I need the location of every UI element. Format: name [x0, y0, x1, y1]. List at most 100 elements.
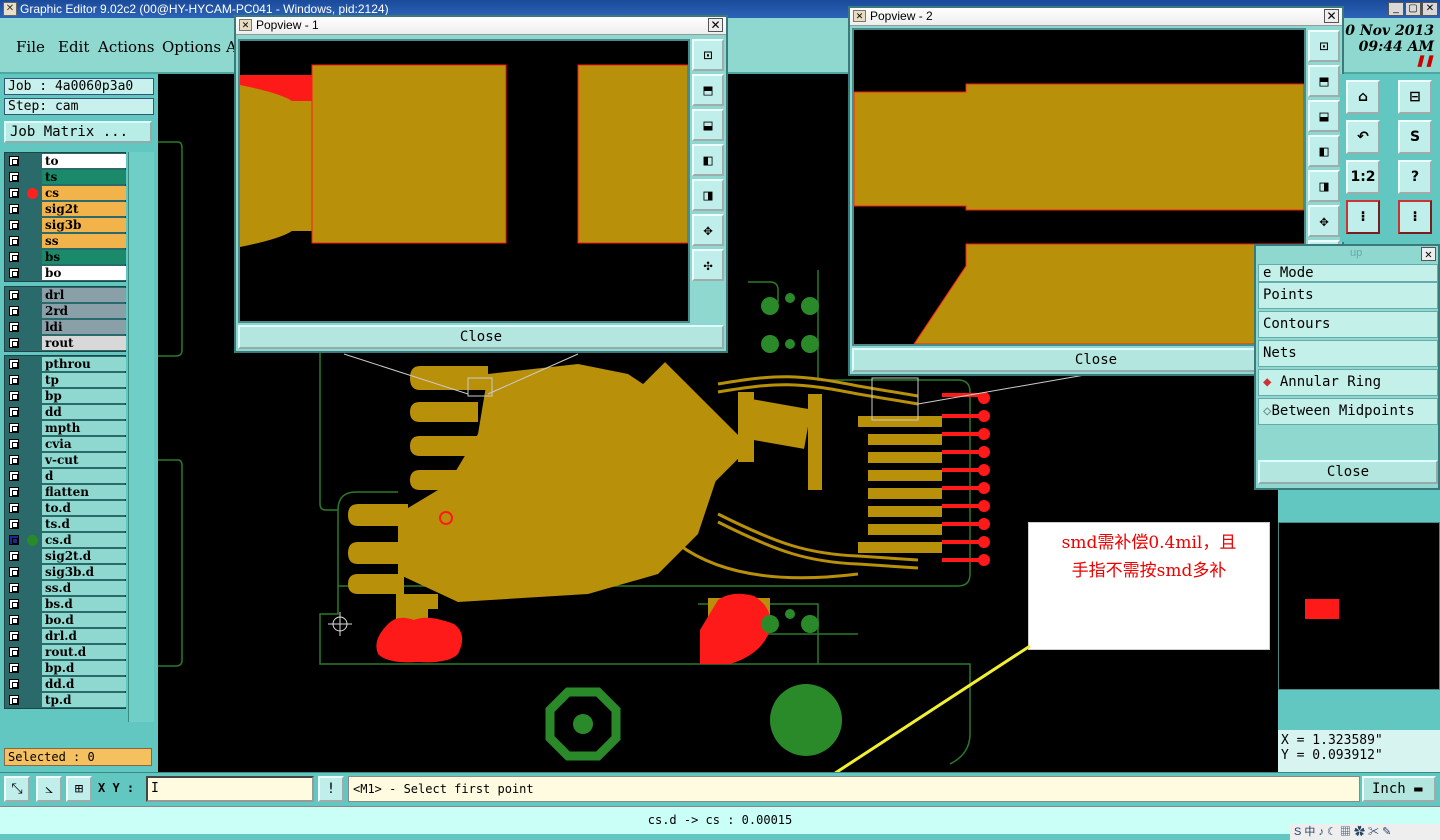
- layer-row[interactable]: ts: [5, 169, 126, 185]
- pan-right-icon[interactable]: ◨: [1308, 170, 1340, 202]
- layer-name[interactable]: d: [42, 469, 126, 483]
- layer-name[interactable]: ts: [42, 170, 126, 184]
- menu-actions[interactable]: Actions: [98, 38, 154, 56]
- layer-name[interactable]: rout.d: [42, 645, 126, 659]
- layer-checkbox[interactable]: [9, 338, 19, 348]
- layer-name[interactable]: cs.d: [42, 533, 126, 547]
- layer-row[interactable]: rout.d: [5, 644, 126, 660]
- layer-checkbox[interactable]: [9, 391, 19, 401]
- layer-checkbox[interactable]: [9, 290, 19, 300]
- unit-select[interactable]: Inch ▬: [1362, 776, 1436, 802]
- layer-row[interactable]: bo.d: [5, 612, 126, 628]
- layer-checkbox[interactable]: [9, 220, 19, 230]
- layer-name[interactable]: sig3b: [42, 218, 126, 232]
- layer-row[interactable]: sig3b: [5, 217, 126, 233]
- layer-checkbox[interactable]: [9, 695, 19, 705]
- layer-name[interactable]: to: [42, 154, 126, 168]
- layer-checkbox[interactable]: [9, 268, 19, 278]
- layer-row[interactable]: d: [5, 468, 126, 484]
- pan-down-icon[interactable]: ⬓: [692, 109, 724, 141]
- layer-name[interactable]: ldi: [42, 320, 126, 334]
- layer-name[interactable]: bs: [42, 250, 126, 264]
- close-window-button[interactable]: ✕: [1422, 2, 1438, 16]
- layer-row[interactable]: ldi: [5, 319, 126, 335]
- layer-colors-alt-icon[interactable]: ⁝: [1398, 200, 1432, 234]
- menu-options[interactable]: Options: [162, 38, 221, 56]
- layer-name[interactable]: tp.d: [42, 693, 126, 707]
- layer-row[interactable]: cs.d: [5, 532, 126, 548]
- layer-checkbox[interactable]: [9, 455, 19, 465]
- layer-row[interactable]: sig3b.d: [5, 564, 126, 580]
- layer-name[interactable]: bp: [42, 389, 126, 403]
- layer-checkbox[interactable]: [9, 359, 19, 369]
- layer-row[interactable]: dd: [5, 404, 126, 420]
- scale-one-icon[interactable]: 1:2: [1346, 160, 1380, 194]
- layer-name[interactable]: ss.d: [42, 581, 126, 595]
- layer-row[interactable]: cvia: [5, 436, 126, 452]
- layer-checkbox[interactable]: [9, 551, 19, 561]
- layer-name[interactable]: 2rd: [42, 304, 126, 318]
- layer-name[interactable]: sig2t: [42, 202, 126, 216]
- snap-nets[interactable]: Nets: [1258, 340, 1438, 367]
- layer-checkbox[interactable]: [9, 423, 19, 433]
- zoom-out-icon[interactable]: ✥: [1308, 205, 1340, 237]
- layer-checkbox[interactable]: [9, 615, 19, 625]
- layer-row[interactable]: sig2t.d: [5, 548, 126, 564]
- zoom-home-icon[interactable]: ⌂: [1346, 80, 1380, 114]
- pan-down-icon[interactable]: ⬓: [1308, 100, 1340, 132]
- layer-checkbox[interactable]: [9, 663, 19, 673]
- pan-left-icon[interactable]: ◧: [1308, 135, 1340, 167]
- layer-name[interactable]: drl.d: [42, 629, 126, 643]
- menu-file[interactable]: File: [16, 38, 45, 56]
- layer-row[interactable]: sig2t: [5, 201, 126, 217]
- layer-checkbox[interactable]: [9, 204, 19, 214]
- snap-points[interactable]: Points: [1258, 282, 1438, 309]
- pan-up-icon[interactable]: ⬒: [1308, 65, 1340, 97]
- layer-name[interactable]: flatten: [42, 485, 126, 499]
- layer-name[interactable]: bs.d: [42, 597, 126, 611]
- zoom-fit-icon[interactable]: ⊡: [692, 39, 724, 71]
- layer-checkbox[interactable]: [9, 583, 19, 593]
- zoom-fit-icon[interactable]: ⊡: [1308, 30, 1340, 62]
- popview-1-close-button[interactable]: Close: [238, 325, 724, 349]
- popview-2-close-icon[interactable]: ✕: [1324, 9, 1339, 23]
- zoom-in-icon[interactable]: ✣: [692, 249, 724, 281]
- grid-tool-icon[interactable]: ⊞: [66, 776, 92, 802]
- layer-row[interactable]: dd.d: [5, 676, 126, 692]
- layer-checkbox[interactable]: [9, 567, 19, 577]
- layer-row[interactable]: cs: [5, 185, 126, 201]
- layer-name[interactable]: ts.d: [42, 517, 126, 531]
- layer-name[interactable]: v-cut: [42, 453, 126, 467]
- layer-name[interactable]: sig3b.d: [42, 565, 126, 579]
- snap-close-button[interactable]: Close: [1258, 460, 1438, 484]
- layer-row[interactable]: bs.d: [5, 596, 126, 612]
- layer-row[interactable]: ss.d: [5, 580, 126, 596]
- pause-icon[interactable]: ❚❚: [1345, 55, 1434, 67]
- help-icon[interactable]: ?: [1398, 160, 1432, 194]
- layer-checkbox[interactable]: [9, 487, 19, 497]
- layer-name[interactable]: rout: [42, 336, 126, 350]
- layer-checkbox[interactable]: [9, 172, 19, 182]
- layer-row[interactable]: drl.d: [5, 628, 126, 644]
- maximize-button[interactable]: ▢: [1405, 2, 1421, 16]
- layer-checkbox[interactable]: [9, 631, 19, 641]
- select-tool-icon[interactable]: ⤡: [4, 776, 30, 802]
- layer-row[interactable]: ts.d: [5, 516, 126, 532]
- layer-row[interactable]: bp: [5, 388, 126, 404]
- layer-checkbox[interactable]: [9, 535, 19, 545]
- layer-name[interactable]: mpth: [42, 421, 126, 435]
- layer-row[interactable]: flatten: [5, 484, 126, 500]
- snap-between-midpoints[interactable]: ◇Between Midpoints: [1258, 398, 1438, 425]
- snap-contours[interactable]: Contours: [1258, 311, 1438, 338]
- layer-name[interactable]: tp: [42, 373, 126, 387]
- job-matrix-button[interactable]: Job Matrix ...: [4, 121, 152, 143]
- layer-row[interactable]: mpth: [5, 420, 126, 436]
- layer-row[interactable]: ss: [5, 233, 126, 249]
- menu-edit[interactable]: Edit: [58, 38, 89, 56]
- layer-checkbox[interactable]: [9, 679, 19, 689]
- undo-zoom-icon[interactable]: ↶: [1346, 120, 1380, 154]
- popview-1-view[interactable]: [238, 39, 690, 323]
- layer-row[interactable]: drl: [5, 287, 126, 303]
- xy-input[interactable]: I: [146, 776, 314, 802]
- popview-2-view[interactable]: [852, 28, 1306, 346]
